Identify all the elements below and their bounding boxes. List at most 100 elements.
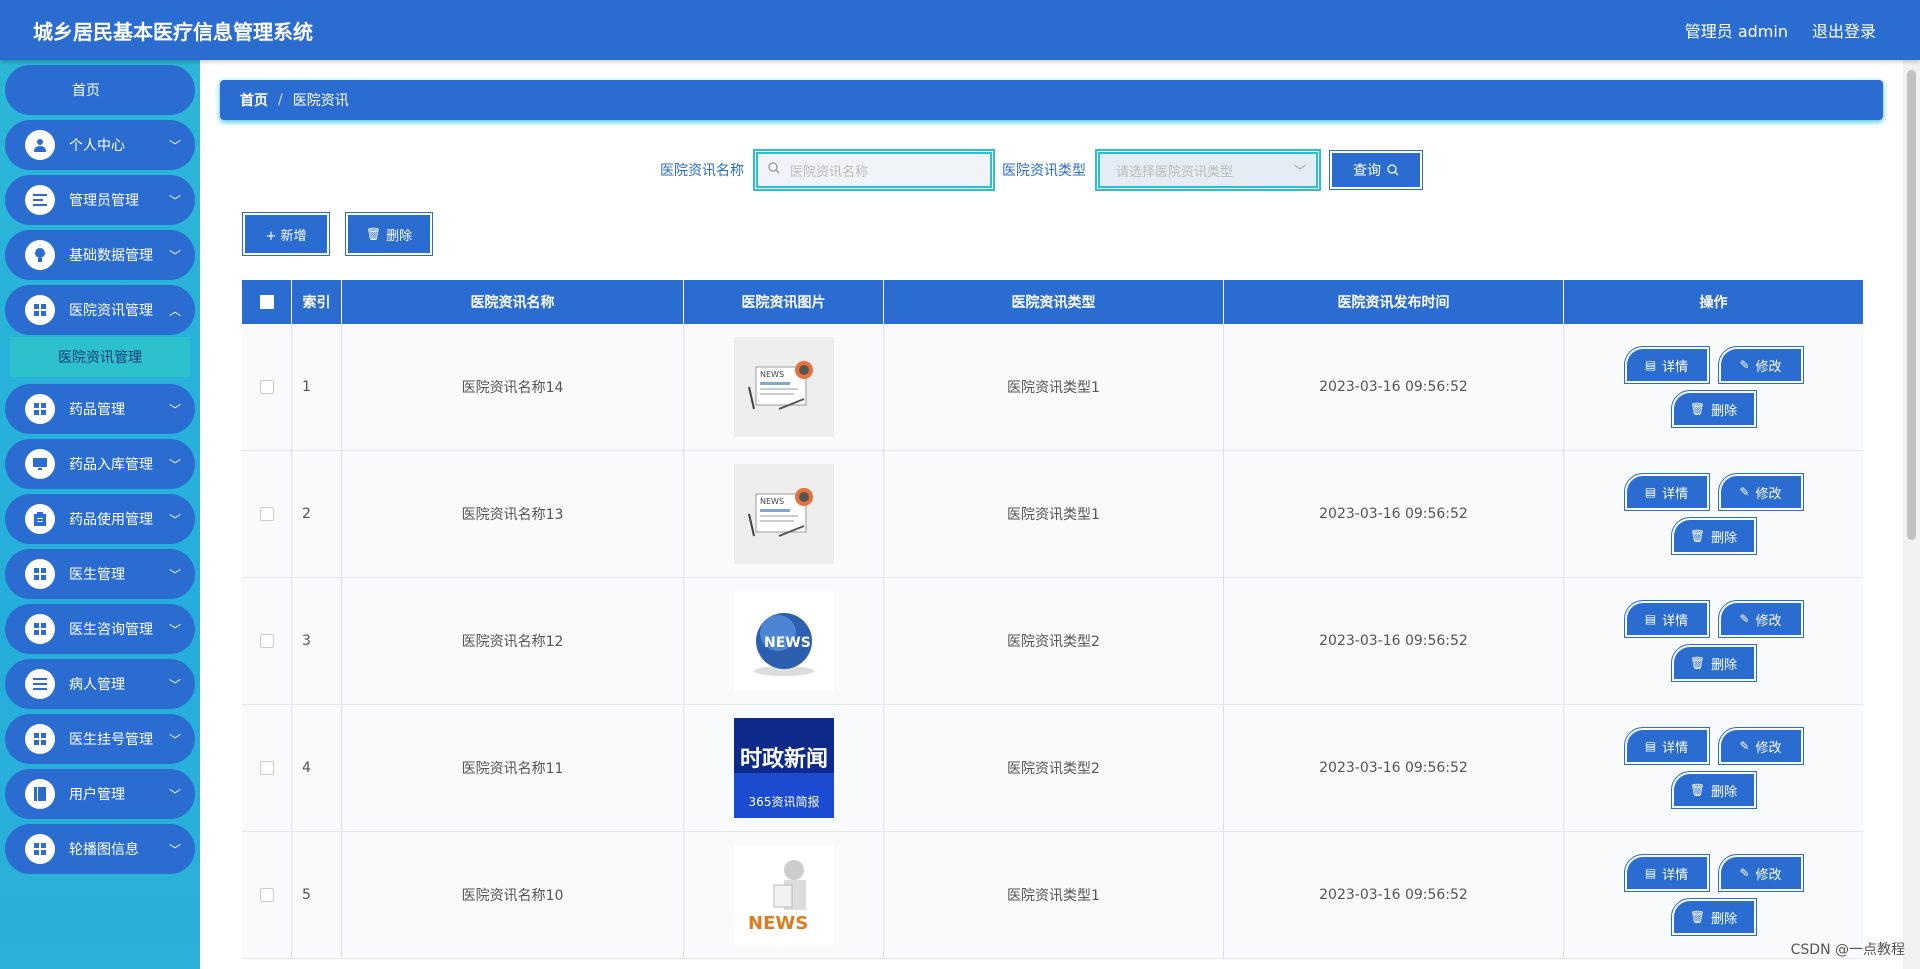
row-checkbox[interactable] [259,634,274,648]
edit-button[interactable]: ✎ 修改 [1717,854,1804,892]
row-type: 医院资讯类型2 [884,705,1224,831]
select-all-checkbox[interactable] [259,295,274,309]
pencil-icon: ✎ [1739,866,1750,880]
delete-button[interactable]: 🗑 删除 [1670,771,1757,809]
chevron-down-icon: ﹀ [168,402,181,417]
app-title: 城乡居民基本医疗信息管理系统 [33,19,313,44]
breadcrumb-home[interactable]: 首页 [240,90,268,110]
sidebar-item-doctor-consult[interactable]: 医生咨询管理 ﹀ [5,604,195,654]
query-button[interactable]: 查询 [1329,150,1423,190]
chevron-down-icon: ﹀ [168,193,181,208]
grid-icon [25,614,55,644]
chevron-down-icon: ﹀ [168,787,181,802]
news-thumbnail: NEWS [733,591,834,691]
sidebar-item-label: 首页 [72,83,100,99]
delete-button[interactable]: 🗑 删除 [1670,898,1757,936]
chevron-down-icon: ﹀ [168,622,181,637]
sidebar-item-patients[interactable]: 病人管理 ﹀ [5,659,195,709]
watermark: CSDN @一点教程 [1790,942,1905,958]
detail-button[interactable]: ▤ 详情 [1623,473,1710,511]
delete-button[interactable]: 🗑 删除 [1670,517,1757,555]
chevron-down-icon: ﹀ [168,567,181,582]
batch-delete-label: 删除 [386,228,413,244]
row-checkbox[interactable] [259,761,274,775]
row-checkbox[interactable] [259,380,274,394]
clipboard-icon [25,504,55,534]
document-icon: ▤ [1644,612,1657,626]
row-checkbox[interactable] [259,888,274,902]
row-name: 医院资讯名称11 [342,705,684,831]
scrollbar-thumb[interactable] [1907,70,1916,540]
search-type-placeholder: 请选择医院资讯类型 [1116,164,1234,180]
edit-label: 修改 [1755,359,1782,375]
row-time: 2023-03-16 09:56:52 [1224,832,1564,958]
sidebar-item-hospital-news[interactable]: 医院资讯管理 ︿ [5,285,195,335]
edit-label: 修改 [1755,613,1782,629]
header-index: 索引 [292,280,342,324]
pencil-icon: ✎ [1739,485,1750,499]
row-name: 医院资讯名称13 [342,451,684,577]
logout-link[interactable]: 退出登录 [1812,18,1876,42]
row-time: 2023-03-16 09:56:52 [1224,451,1564,577]
edit-button[interactable]: ✎ 修改 [1717,346,1804,384]
table-row: 1 医院资讯名称14 NEWS 医院资讯类型1 2023-03-16 09:56… [242,324,1863,451]
sidebar-item-drug-stockin[interactable]: 药品入库管理 ﹀ [5,439,195,489]
current-user: 管理员 admin [1684,22,1788,41]
sidebar-item-carousel[interactable]: 轮播图信息 ﹀ [5,824,195,874]
header-image: 医院资讯图片 [684,280,884,324]
delete-button[interactable]: 🗑 删除 [1670,390,1757,428]
sidebar-item-registration[interactable]: 医生挂号管理 ﹀ [5,714,195,764]
news-thumbnail: NEWS [733,337,834,437]
row-index: 1 [292,324,342,450]
search-type-select[interactable]: 请选择医院资讯类型 ﹀ [1095,149,1321,191]
edit-label: 修改 [1755,740,1782,756]
delete-label: 删除 [1711,784,1738,800]
edit-button[interactable]: ✎ 修改 [1717,473,1804,511]
delete-button[interactable]: 🗑 删除 [1670,644,1757,682]
sidebar-item-home[interactable]: 首页 [5,65,195,115]
row-index: 4 [292,705,342,831]
svg-text:NEWS: NEWS [760,497,784,506]
sidebar-item-users[interactable]: 用户管理 ﹀ [5,769,195,819]
row-type: 医院资讯类型1 [884,451,1224,577]
delete-label: 删除 [1711,403,1738,419]
batch-delete-button[interactable]: 🗑 删除 [345,212,433,256]
search-name-placeholder: 医院资讯名称 [790,164,869,180]
sidebar-item-label: 医院资讯管理 [69,303,153,319]
sidebar-item-drug-usage[interactable]: 药品使用管理 ﹀ [5,494,195,544]
edit-button[interactable]: ✎ 修改 [1717,600,1804,638]
vertical-scrollbar[interactable] [1903,60,1920,969]
monitor-icon [25,449,55,479]
sidebar-item-personal-center[interactable]: 个人中心 ﹀ [5,120,195,170]
detail-button[interactable]: ▤ 详情 [1623,346,1710,384]
header-right: 管理员 admin 退出登录 [1661,18,1876,42]
submenu-item-hospital-news-management[interactable]: 医院资讯管理 [10,337,190,377]
row-type: 医院资讯类型1 [884,832,1224,958]
detail-button[interactable]: ▤ 详情 [1623,727,1710,765]
sidebar-item-basic-data[interactable]: 基础数据管理 ﹀ [5,230,195,280]
search-name-input[interactable]: 医院资讯名称 [753,149,995,191]
edit-button[interactable]: ✎ 修改 [1717,727,1804,765]
sidebar-item-admin[interactable]: 管理员管理 ﹀ [5,175,195,225]
chevron-down-icon: ﹀ [168,248,181,263]
row-checkbox[interactable] [259,507,274,521]
svg-text:NEWS: NEWS [764,635,811,651]
edit-label: 修改 [1755,867,1782,883]
table-row: 4 医院资讯名称11 时政新闻 365资讯简报 医院资讯类型2 2023-03-… [242,705,1863,832]
header-name: 医院资讯名称 [342,280,684,324]
breadcrumb: 首页 / 医院资讯 [220,80,1883,120]
row-name: 医院资讯名称10 [342,832,684,958]
news-thumbnail: NEWS [733,845,834,945]
grid-icon [25,834,55,864]
detail-button[interactable]: ▤ 详情 [1623,854,1710,892]
list-icon [25,669,55,699]
sidebar-item-label: 基础数据管理 [69,248,153,264]
sidebar-item-doctors[interactable]: 医生管理 ﹀ [5,549,195,599]
chevron-up-icon: ︿ [168,303,181,318]
table-row: 2 医院资讯名称13 NEWS 医院资讯类型1 2023-03-16 09:56… [242,451,1863,578]
sidebar-item-drugs[interactable]: 药品管理 ﹀ [5,384,195,434]
grid-icon [25,559,55,589]
add-button[interactable]: + 新增 [242,212,330,256]
detail-button[interactable]: ▤ 详情 [1623,600,1710,638]
detail-label: 详情 [1662,740,1689,756]
